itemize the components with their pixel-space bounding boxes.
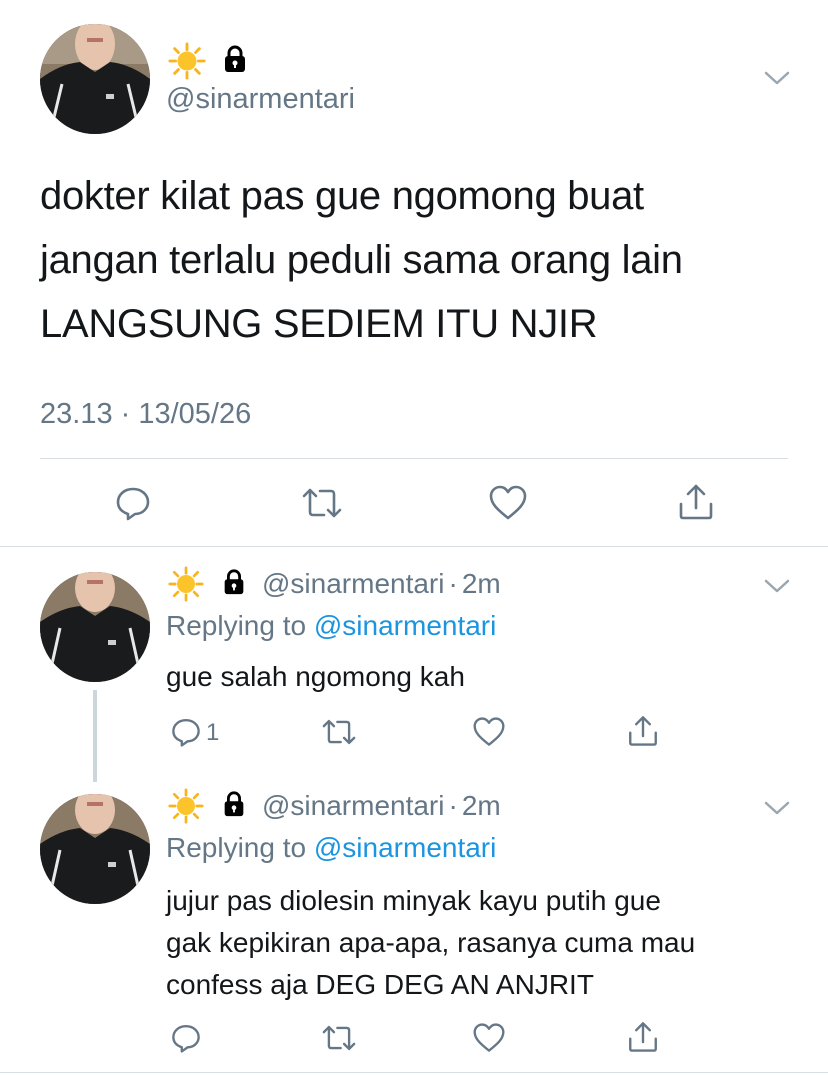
reply-time: 2m — [461, 568, 501, 599]
like-icon[interactable] — [472, 716, 506, 748]
replying-prefix: Replying to — [166, 610, 307, 641]
reply-handle[interactable]: @sinarmentari — [262, 568, 444, 599]
author-avatar[interactable] — [40, 24, 150, 134]
reply-icon[interactable] — [170, 716, 202, 748]
retweet-icon[interactable] — [300, 484, 344, 522]
tweet-text: dokter kilat pas gue ngomong buat jangan… — [40, 164, 683, 356]
sun-emoji — [168, 788, 204, 824]
thread-line — [93, 690, 97, 782]
reply-icon[interactable] — [114, 484, 152, 522]
share-icon[interactable] — [676, 482, 716, 522]
tweet-text-line: jangan terlalu peduli sama orang lain — [40, 238, 683, 282]
reply-text: gue salah ngomong kah — [166, 656, 465, 698]
replying-to: Replying to @sinarmentari — [166, 608, 496, 644]
tweet-text-line: LANGSUNG SEDIEM ITU NJIR — [40, 302, 598, 346]
replying-to-link[interactable]: @sinarmentari — [314, 832, 496, 863]
reply-meta: @sinarmentari · 2m — [262, 788, 501, 824]
share-icon[interactable] — [626, 1020, 660, 1054]
lock-icon — [220, 44, 250, 74]
lock-icon — [220, 790, 248, 818]
reply-text: jujur pas diolesin minyak kayu putih gue… — [166, 880, 695, 1006]
reply-count: 1 — [206, 719, 220, 746]
like-icon[interactable] — [472, 1022, 506, 1054]
reply-text-line: gue salah ngomong kah — [166, 661, 465, 692]
reply-avatar[interactable] — [40, 794, 150, 904]
lock-icon — [220, 568, 248, 596]
meta-separator: · — [448, 790, 458, 821]
sun-emoji — [168, 566, 204, 602]
retweet-icon[interactable] — [320, 716, 358, 748]
tweet-timestamp: 23.13 · 13/05/26 — [40, 398, 252, 430]
sun-emoji — [168, 42, 206, 80]
meta-separator: · — [448, 568, 458, 599]
reply-text-line: jujur pas diolesin minyak kayu putih gue — [166, 885, 661, 916]
share-icon[interactable] — [626, 714, 660, 748]
reply-handle[interactable]: @sinarmentari — [262, 790, 444, 821]
reply-icon[interactable] — [170, 1022, 202, 1054]
reply-text-line: confess aja DEG DEG AN ANJRIT — [166, 969, 594, 1000]
replying-to: Replying to @sinarmentari — [166, 830, 496, 866]
replying-to-link[interactable]: @sinarmentari — [314, 610, 496, 641]
like-icon[interactable] — [488, 484, 528, 522]
chevron-down-icon[interactable] — [764, 800, 790, 816]
retweet-icon[interactable] — [320, 1022, 358, 1054]
reply-avatar[interactable] — [40, 572, 150, 682]
author-handle[interactable]: @sinarmentari — [166, 80, 355, 118]
reply-time: 2m — [461, 790, 501, 821]
divider — [0, 546, 828, 547]
divider — [0, 1072, 828, 1073]
reply-text-line: gak kepikiran apa-apa, rasanya cuma mau — [166, 927, 696, 958]
chevron-down-icon[interactable] — [764, 578, 790, 594]
reply-meta: @sinarmentari · 2m — [262, 566, 501, 602]
tweet-text-line: dokter kilat pas gue ngomong buat — [40, 174, 644, 218]
replying-prefix: Replying to — [166, 832, 307, 863]
chevron-down-icon[interactable] — [764, 70, 790, 86]
divider — [40, 458, 788, 459]
